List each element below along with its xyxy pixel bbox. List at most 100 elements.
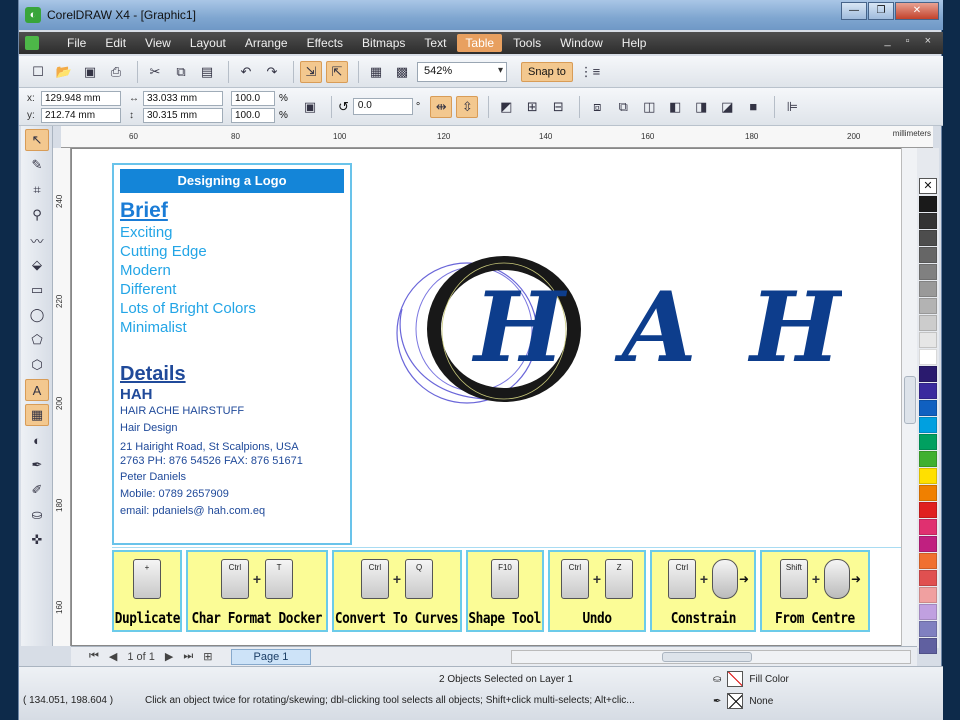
brief-panel[interactable]: Designing a Logo Brief Exciting Cutting … <box>112 163 352 545</box>
simplify-icon[interactable]: ◧ <box>664 96 686 118</box>
minimize-button[interactable]: — <box>841 2 867 20</box>
save-icon[interactable]: ▣ <box>79 61 101 83</box>
rectangle-tool-icon[interactable]: ▭ <box>25 279 49 301</box>
combine-icon[interactable]: ⊞ <box>521 96 543 118</box>
color-swatch[interactable] <box>919 434 937 450</box>
front-minus-back-icon[interactable]: ◨ <box>690 96 712 118</box>
logo-letter-h2[interactable]: H <box>747 271 842 384</box>
fill-indicator[interactable]: ⛀ Fill Color <box>713 671 789 687</box>
page-tab[interactable]: Page 1 <box>230 648 312 665</box>
zoom-level-select[interactable]: 542% <box>417 61 507 82</box>
menu-tools[interactable]: Tools <box>505 34 549 52</box>
menu-text[interactable]: Text <box>416 34 454 52</box>
logo-letter-a[interactable]: A <box>614 271 696 384</box>
height-field[interactable]: 30.315 mm <box>143 107 223 123</box>
color-swatch[interactable] <box>919 604 937 620</box>
open-folder-icon[interactable]: 📂 <box>53 61 75 83</box>
back-minus-front-icon[interactable]: ◪ <box>716 96 738 118</box>
drawing-canvas[interactable]: Designing a Logo Brief Exciting Cutting … <box>71 148 935 646</box>
color-swatch[interactable] <box>919 536 937 552</box>
interactive-fill-tool-icon[interactable]: ✜ <box>25 529 49 551</box>
options-icon[interactable]: ⋮≡ <box>579 61 601 83</box>
application-launcher-icon[interactable]: ▦ <box>365 61 387 83</box>
first-page-icon[interactable]: ⏮ <box>89 650 99 663</box>
group-icon[interactable]: ◩ <box>495 96 517 118</box>
menu-file[interactable]: File <box>59 34 94 52</box>
rotation-field[interactable]: 0.0 <box>352 98 413 115</box>
color-swatch[interactable] <box>919 638 937 654</box>
menu-arrange[interactable]: Arrange <box>237 34 296 52</box>
color-swatch[interactable] <box>919 298 937 314</box>
color-swatch[interactable] <box>919 349 937 365</box>
shape-tool-icon[interactable]: ✎ <box>25 154 49 176</box>
logo-artwork[interactable]: H A H <box>382 249 842 429</box>
import-icon[interactable]: ⇲ <box>300 60 322 83</box>
logo-letter-h1[interactable]: H <box>471 271 568 384</box>
menu-bitmaps[interactable]: Bitmaps <box>354 34 413 52</box>
align-distribute-icon[interactable]: ⊫ <box>781 96 803 118</box>
outline-indicator[interactable]: ✒ None <box>713 693 773 709</box>
polygon-tool-icon[interactable]: ⬠ <box>25 329 49 351</box>
interactive-blend-tool-icon[interactable]: ◐ <box>25 429 49 451</box>
maximize-button[interactable]: ❐ <box>868 2 894 20</box>
scrollbar-thumb[interactable] <box>662 652 752 662</box>
freehand-tool-icon[interactable]: 〰 <box>25 229 49 251</box>
crop-tool-icon[interactable]: ⌗ <box>25 179 49 201</box>
create-boundary-icon[interactable]: ■ <box>742 96 764 118</box>
scale-y-field[interactable]: 100.0 <box>231 107 275 123</box>
document-window-controls[interactable]: _ ▫ × <box>884 35 937 47</box>
paste-icon[interactable]: ▤ <box>196 61 218 83</box>
snap-to-dropdown[interactable]: Snap to <box>521 61 573 82</box>
color-swatch[interactable] <box>919 400 937 416</box>
menu-window[interactable]: Window <box>552 34 611 52</box>
color-swatch[interactable] <box>919 485 937 501</box>
basic-shapes-tool-icon[interactable]: ⬡ <box>25 354 49 376</box>
menu-edit[interactable]: Edit <box>97 34 134 52</box>
color-swatch[interactable] <box>919 553 937 569</box>
x-position-field[interactable]: 129.948 mm <box>41 90 121 106</box>
color-swatch[interactable] <box>919 621 937 637</box>
color-swatch[interactable] <box>919 502 937 518</box>
color-swatch[interactable] <box>919 332 937 348</box>
close-button[interactable]: ✕ <box>895 2 939 20</box>
color-swatch[interactable] <box>919 417 937 433</box>
export-icon[interactable]: ⇱ <box>326 60 348 83</box>
pick-tool-icon[interactable]: ↖ <box>25 129 49 151</box>
color-swatch[interactable] <box>919 587 937 603</box>
smart-fill-tool-icon[interactable]: ⬙ <box>25 254 49 276</box>
color-swatch[interactable] <box>919 196 937 212</box>
color-swatch[interactable] <box>919 213 937 229</box>
menu-layout[interactable]: Layout <box>182 34 234 52</box>
color-swatch[interactable] <box>919 451 937 467</box>
menu-help[interactable]: Help <box>614 34 655 52</box>
cut-icon[interactable]: ✂ <box>144 61 166 83</box>
mirror-horizontal-icon[interactable]: ⇹ <box>430 95 453 118</box>
color-swatch[interactable] <box>919 468 937 484</box>
menu-table[interactable]: Table <box>457 34 503 52</box>
menu-view[interactable]: View <box>137 34 179 52</box>
horizontal-scrollbar[interactable] <box>511 650 911 664</box>
undo-icon[interactable]: ↶ <box>235 61 257 83</box>
text-tool-icon[interactable]: A <box>25 379 49 401</box>
menu-effects[interactable]: Effects <box>299 34 351 52</box>
document-menu-icon[interactable] <box>25 36 39 50</box>
vertical-scrollbar[interactable] <box>901 148 917 646</box>
outline-tool-icon[interactable]: ✐ <box>25 479 49 501</box>
scrollbar-thumb[interactable] <box>904 376 916 424</box>
color-swatch[interactable] <box>919 366 937 382</box>
trim-icon[interactable]: ⧉ <box>612 96 634 118</box>
no-color-swatch[interactable]: ✕ <box>919 178 937 194</box>
table-tool-icon[interactable]: ▦ <box>25 404 49 426</box>
y-position-field[interactable]: 212.74 mm <box>41 107 121 123</box>
new-document-icon[interactable]: ☐ <box>27 61 49 83</box>
vertical-ruler[interactable]: 240 220 200 180 160 <box>53 148 71 646</box>
intersect-icon[interactable]: ◫ <box>638 96 660 118</box>
ellipse-tool-icon[interactable]: ◯ <box>25 304 49 326</box>
color-swatch[interactable] <box>919 281 937 297</box>
mirror-vertical-icon[interactable]: ⇳ <box>456 95 479 118</box>
color-swatch[interactable] <box>919 519 937 535</box>
color-swatch[interactable] <box>919 570 937 586</box>
horizontal-ruler[interactable]: 60 80 100 120 140 160 180 200 millimeter… <box>61 126 933 148</box>
zoom-tool-icon[interactable]: ⚲ <box>25 204 49 226</box>
lock-ratio-icon[interactable]: ▣ <box>299 96 321 118</box>
